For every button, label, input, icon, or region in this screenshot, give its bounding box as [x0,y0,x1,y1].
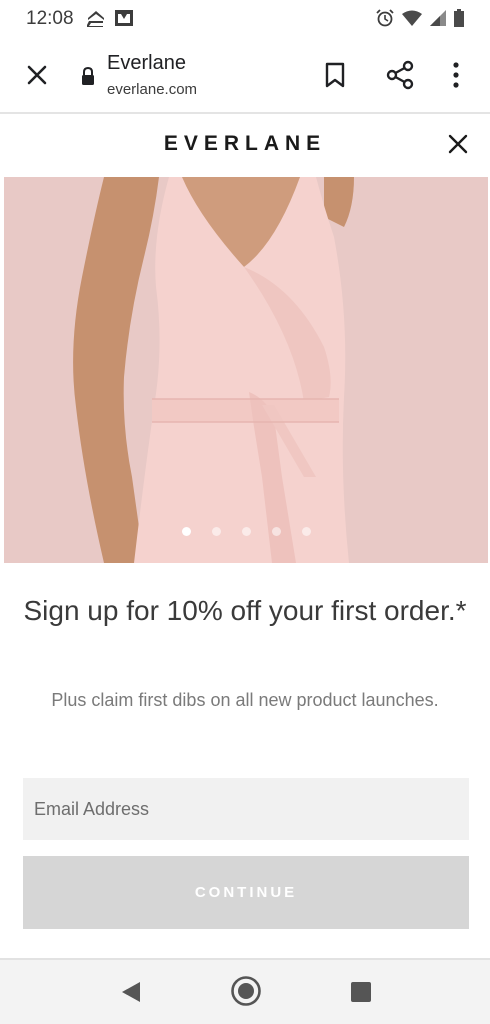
signup-modal: EVERLANE Sign up for 10% off your first … [0,114,490,956]
more-vert-icon[interactable] [448,60,464,90]
brand-header: EVERLANE [0,114,490,176]
site-title[interactable]: Everlane [107,52,186,75]
site-url[interactable]: everlane.com [107,81,197,98]
signal-icon [430,10,446,26]
alarm-icon [376,9,394,27]
recents-icon[interactable] [350,981,372,1003]
status-time: 12:08 [26,8,74,29]
back-icon[interactable] [120,980,142,1004]
signup-headline: Sign up for 10% off your first order.* [23,595,467,626]
hero-image[interactable] [4,177,488,563]
carousel-dot[interactable] [241,527,251,536]
bookmark-icon[interactable] [322,61,348,89]
home-icon[interactable] [230,975,262,1007]
status-system-icons [376,9,464,27]
carousel-dot[interactable] [211,527,221,536]
close-icon[interactable] [24,62,50,88]
lock-icon [82,66,94,85]
browser-toolbar: Everlane everlane.com [0,38,490,114]
carousel-dot[interactable] [271,527,281,536]
android-nav-bar [0,958,490,1024]
modal-close-icon[interactable] [447,133,469,155]
gallery-notification-icon [115,10,133,26]
wifi-icon [402,10,422,26]
email-field[interactable] [23,778,469,840]
carousel-dots [4,527,488,536]
battery-icon [454,9,464,27]
carousel-dot[interactable] [301,527,311,536]
brand-logo: EVERLANE [163,132,327,155]
carousel-dot[interactable] [181,527,191,536]
continue-button[interactable]: CONTINUE [23,856,469,929]
signup-subtext: Plus claim first dibs on all new product… [51,690,439,710]
status-bar: 12:08 [0,0,490,38]
share-icon[interactable] [385,60,415,90]
phone-screen: 12:08 Everlane everlane.com EVERLANE Sig… [0,0,490,1024]
dress-photo [4,177,488,563]
status-notification-icons [86,9,134,27]
app-notification-icon [87,11,104,27]
